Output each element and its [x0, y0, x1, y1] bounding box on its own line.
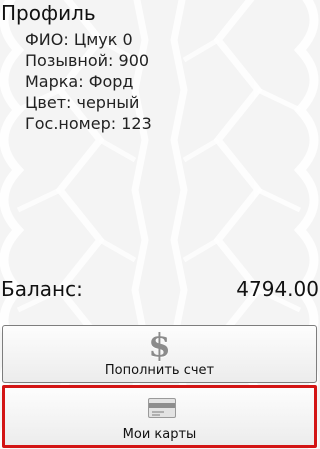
my-cards-button[interactable]: Мои карты	[2, 385, 317, 448]
profile-car-make: Марка: Форд	[25, 72, 134, 91]
top-up-account-button[interactable]: $ Пополнить счет	[2, 325, 317, 383]
profile-details: ФИО: Цмук 0 Позывной: 900 Марка: Форд Цв…	[25, 29, 152, 134]
balance-label: Баланс:	[1, 277, 83, 301]
my-cards-label: Мои карты	[122, 427, 197, 442]
dollar-icon: $	[148, 326, 171, 364]
balance-row: Баланс: 4794.00	[1, 276, 319, 302]
top-up-account-label: Пополнить счет	[104, 363, 215, 378]
profile-callsign: Позывной: 900	[25, 51, 150, 70]
credit-card-icon	[148, 398, 176, 418]
profile-name: ФИО: Цмук 0	[25, 30, 133, 49]
profile-plate-number: Гос.номер: 123	[25, 114, 152, 133]
balance-value: 4794.00	[236, 277, 319, 301]
page-title: Профиль	[1, 1, 96, 25]
profile-screen: Профиль ФИО: Цмук 0 Позывной: 900 Марка:…	[0, 0, 319, 449]
profile-car-color: Цвет: черный	[25, 93, 140, 112]
